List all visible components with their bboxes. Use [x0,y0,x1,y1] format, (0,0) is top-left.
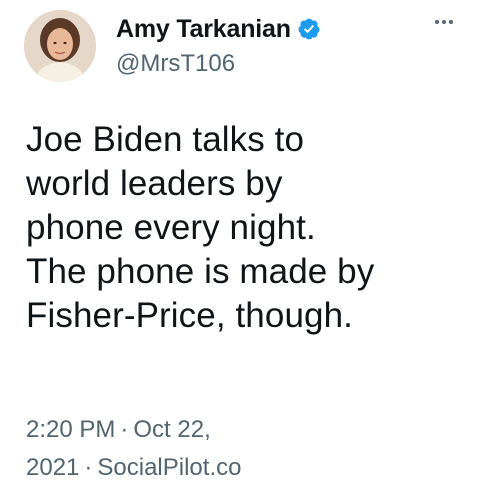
separator-dot: · [120,416,129,443]
verified-badge-icon [297,17,321,41]
tweet-text-line: Fisher-Price, though. [26,296,353,335]
handle[interactable]: @MrsT106 [116,50,321,78]
tweet-text-line: The phone is made by [26,252,375,291]
tweet-text-line: world leaders by [26,164,283,203]
tweet-card: Amy Tarkanian @MrsT106 Joe Biden talks t… [0,0,483,500]
tweet-metadata: 2:20 PM · Oct 22, 2021 · SocialPilot.co [26,411,466,487]
metadata-row-1: 2:20 PM · Oct 22, [26,411,466,449]
more-horizontal-icon-dot [435,20,439,24]
tweet-text-line: Joe Biden talks to [26,120,305,159]
more-horizontal-icon-dot [449,20,453,24]
display-name[interactable]: Amy Tarkanian [116,15,291,44]
tweet-text: Joe Biden talks to world leaders by phon… [26,118,466,338]
separator-dot: · [84,454,93,481]
display-name-row: Amy Tarkanian [116,14,321,44]
author-block: Amy Tarkanian @MrsT106 [116,14,321,78]
tweet-time[interactable]: 2:20 PM [26,416,115,443]
tweet-source[interactable]: SocialPilot.co [97,454,241,481]
profile-photo-icon [24,10,96,82]
more-options-button[interactable] [428,10,460,34]
more-horizontal-icon-dot [442,20,446,24]
avatar[interactable] [24,10,96,82]
tweet-date[interactable]: Oct 22, [133,416,210,443]
tweet-year[interactable]: 2021 [26,454,79,481]
metadata-row-2: 2021 · SocialPilot.co [26,449,466,487]
tweet-text-line: phone every night. [26,208,316,247]
